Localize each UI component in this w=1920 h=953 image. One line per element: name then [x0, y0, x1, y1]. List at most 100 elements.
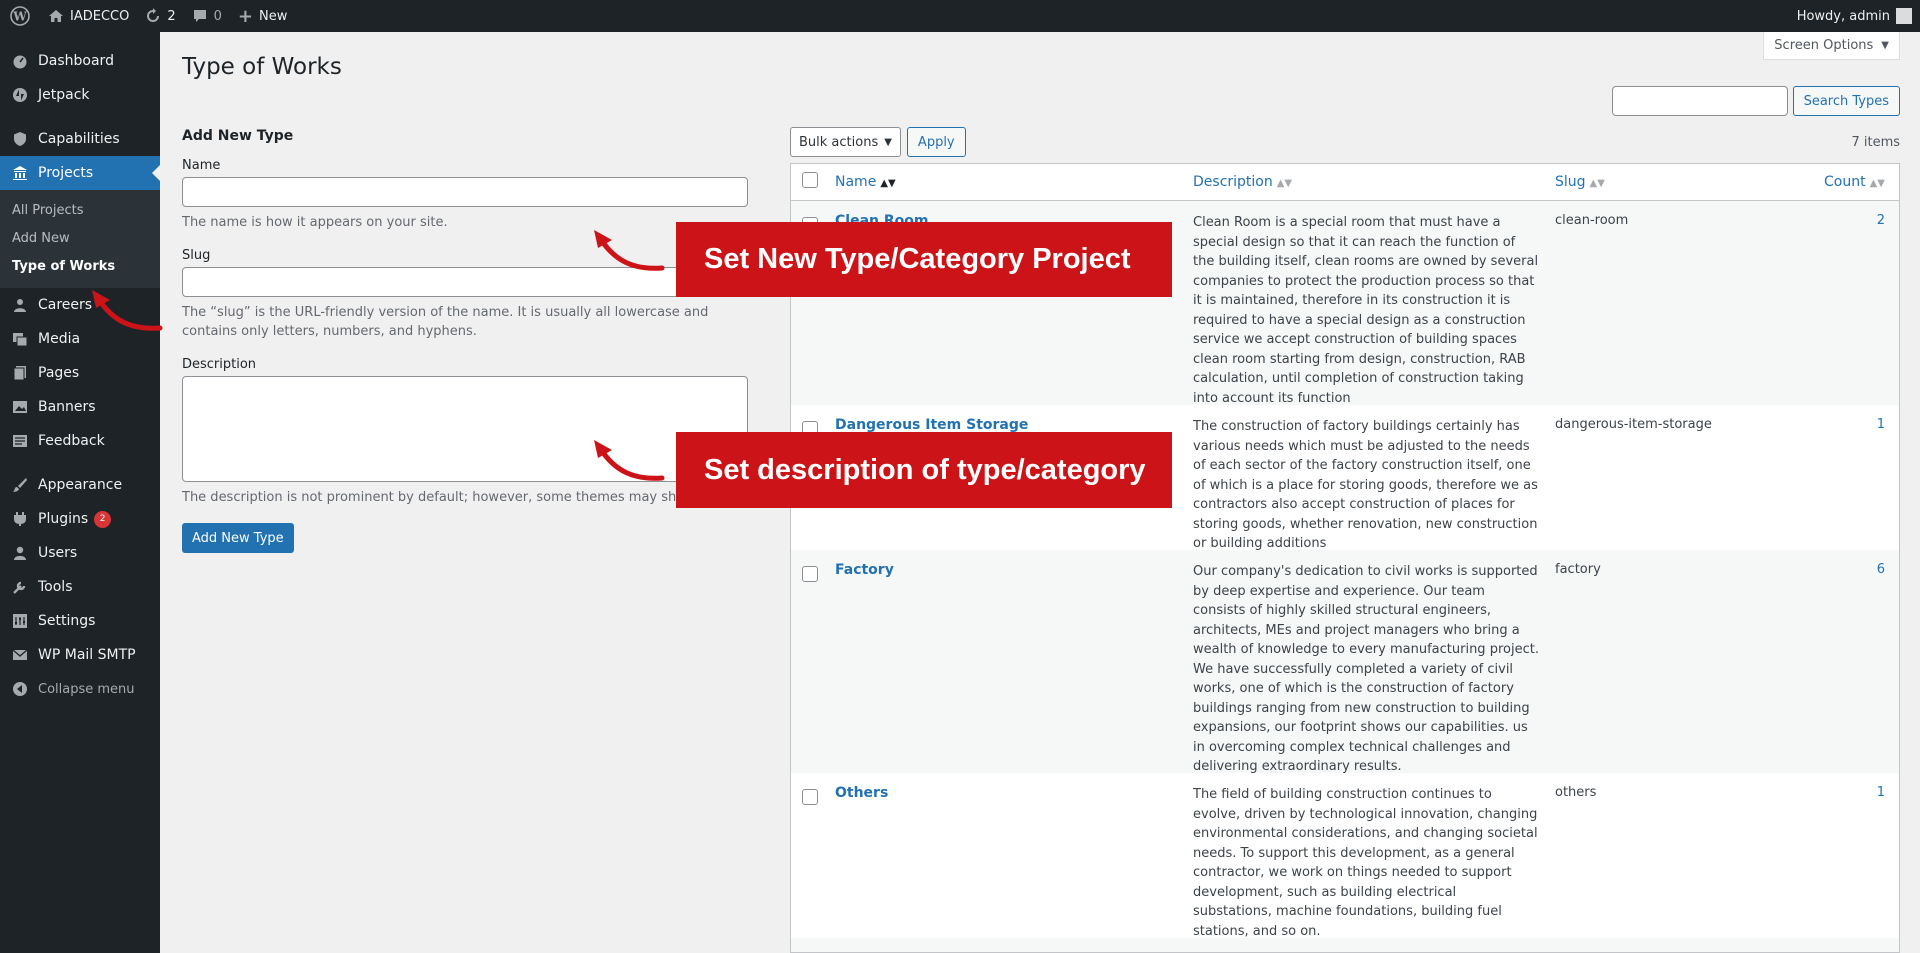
sidebar-item-tools[interactable]: Tools [0, 570, 160, 604]
projects-submenu: All Projects Add New Type of Works [0, 190, 160, 288]
plugins-update-badge: 2 [94, 510, 112, 528]
name-field[interactable] [182, 177, 748, 207]
bulk-actions-select[interactable]: Bulk actions ▼ [790, 127, 901, 157]
sidebar-item-feedback[interactable]: Feedback [0, 424, 160, 458]
column-name-sort[interactable]: Name [835, 174, 876, 190]
new-label: New [259, 8, 288, 24]
sidebar-item-label: Appearance [38, 477, 123, 493]
curved-arrow-icon [594, 440, 665, 481]
add-new-type-button[interactable]: Add New Type [182, 523, 294, 553]
description-hint: The description is not prominent by defa… [182, 490, 712, 505]
media-icon [10, 329, 30, 349]
row-name-link[interactable]: Others [833, 785, 888, 801]
sidebar-item-jetpack[interactable]: Jetpack [0, 78, 160, 112]
row-slug: others [1555, 785, 1597, 800]
table-header: Name ▲▼ Description ▲▼ Slug ▲▼ Count ▲▼ [791, 164, 1899, 201]
column-count-sort[interactable]: Count [1824, 174, 1866, 190]
sidebar-item-users[interactable]: Users [0, 536, 160, 570]
plus-icon: + [237, 5, 253, 27]
projects-icon [10, 163, 30, 183]
sidebar-item-label: Media [38, 331, 81, 347]
callout-set-description: Set description of type/category [676, 432, 1172, 508]
row-count-link[interactable]: 6 [1877, 562, 1885, 577]
callout-bottom-text: Set description of type/category [704, 453, 1146, 486]
updates-link[interactable]: 2 [137, 0, 183, 32]
row-name-link[interactable]: Dangerous Item Storage [833, 417, 1028, 433]
table-nav: Bulk actions ▼ Apply 7 items [790, 127, 1900, 157]
sidebar-item-label: Pages [38, 365, 80, 381]
site-name: IADECCO [70, 8, 130, 24]
row-count-link[interactable]: 1 [1877, 417, 1885, 432]
curved-arrow-icon [594, 230, 665, 271]
column-slug-sort[interactable]: Slug [1555, 174, 1586, 190]
callout-set-new-type: Set New Type/Category Project [676, 222, 1172, 297]
sidebar-item-plugins[interactable]: Plugins 2 [0, 502, 160, 536]
sidebar-item-appearance[interactable]: Appearance [0, 468, 160, 502]
items-count: 7 items [1851, 134, 1900, 150]
my-account[interactable]: Howdy, admin [1797, 8, 1920, 24]
sidebar-item-dashboard[interactable]: Dashboard [0, 44, 160, 78]
sidebar-item-label: Dashboard [38, 53, 114, 69]
admin-sidebar: Dashboard Jetpack Capabilities Projects … [0, 32, 160, 953]
updates-count: 2 [167, 8, 176, 24]
screen-options-button[interactable]: Screen Options ▼ [1763, 32, 1900, 60]
sidebar-item-label: Users [38, 545, 78, 561]
table-row: Factory Our company's dedication to civi… [791, 550, 1899, 774]
sort-arrows-icon: ▲▼ [1589, 178, 1605, 189]
capabilities-icon [10, 129, 30, 149]
new-content-link[interactable]: + New [230, 0, 295, 32]
wordpress-logo-icon[interactable]: W [0, 0, 40, 32]
row-name-link[interactable]: Factory [833, 562, 894, 578]
table-row: Others The field of building constructio… [791, 773, 1899, 939]
search-box: Search Types [1611, 86, 1900, 116]
sidebar-item-banners[interactable]: Banners [0, 390, 160, 424]
search-input[interactable] [1611, 86, 1788, 116]
screen-options-label: Screen Options [1774, 38, 1874, 53]
appearance-icon [10, 475, 30, 495]
sidebar-item-pages[interactable]: Pages [0, 356, 160, 390]
users-icon [10, 543, 30, 563]
caret-down-icon: ▼ [1881, 40, 1889, 51]
row-checkbox[interactable] [802, 566, 818, 582]
search-types-button[interactable]: Search Types [1792, 86, 1900, 116]
sidebar-item-label: Projects [38, 165, 94, 181]
greeting: Howdy, admin [1796, 8, 1890, 24]
sidebar-item-label: Plugins [38, 511, 89, 527]
chevron-down-icon: ▼ [884, 136, 892, 148]
site-name-link[interactable]: IADECCO [40, 0, 137, 32]
row-count-link[interactable]: 1 [1877, 785, 1885, 800]
submenu-all-projects[interactable]: All Projects [0, 197, 160, 225]
slug-hint: The “slug” is the URL-friendly version o… [182, 305, 709, 339]
sidebar-item-capabilities[interactable]: Capabilities [0, 122, 160, 156]
sidebar-item-settings[interactable]: Settings [0, 604, 160, 638]
row-description: Our company's dedication to civil works … [1193, 564, 1539, 774]
page-title: Type of Works [182, 54, 342, 80]
svg-text:W: W [12, 10, 27, 24]
sidebar-item-label: Jetpack [38, 87, 90, 103]
sidebar-item-wp-mail-smtp[interactable]: WP Mail SMTP [0, 638, 160, 672]
row-checkbox[interactable] [802, 789, 818, 805]
submenu-add-new[interactable]: Add New [0, 225, 160, 253]
column-description-sort[interactable]: Description [1193, 174, 1273, 190]
row-count-link[interactable]: 2 [1877, 213, 1885, 228]
submenu-type-of-works[interactable]: Type of Works [0, 253, 160, 281]
sort-arrows-icon: ▲▼ [1869, 178, 1885, 189]
callout-top-text: Set New Type/Category Project [704, 243, 1131, 275]
row-slug: factory [1555, 562, 1601, 577]
collapse-icon [10, 679, 30, 699]
sidebar-item-label: Feedback [38, 433, 105, 449]
row-description: Clean Room is a special room that must h… [1193, 215, 1539, 406]
sort-arrows-icon: ▲▼ [880, 178, 896, 189]
collapse-menu-button[interactable]: Collapse menu [0, 672, 160, 706]
apply-button[interactable]: Apply [906, 127, 966, 157]
comments-count: 0 [213, 8, 222, 24]
plugins-icon [10, 509, 30, 529]
comments-link[interactable]: 0 [184, 0, 230, 32]
select-all-checkbox[interactable] [802, 172, 818, 188]
row-slug: clean-room [1555, 213, 1629, 228]
sidebar-item-label: Settings [38, 613, 96, 629]
sidebar-item-label: Banners [38, 399, 96, 415]
name-label: Name [182, 158, 221, 173]
add-new-type-form: Add New Type Name The name is how it app… [182, 128, 752, 553]
sidebar-item-projects[interactable]: Projects [0, 156, 160, 190]
